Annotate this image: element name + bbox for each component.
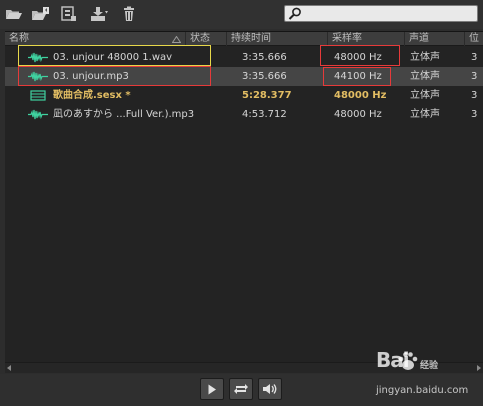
table-row[interactable]: 03. unjour 48000 1.wav 3:35.666 48000 Hz… <box>5 48 483 67</box>
open-file-button[interactable] <box>3 5 25 23</box>
file-bit-depth: 3 <box>471 52 478 63</box>
files-panel-toolbar <box>0 0 483 29</box>
file-channels: 立体声 <box>410 90 440 101</box>
insert-into-multitrack-icon <box>91 7 108 21</box>
import-icon <box>32 7 49 20</box>
open-file-icon <box>6 10 22 19</box>
file-name: 03. unjour.mp3 <box>53 71 129 82</box>
delete-icon <box>124 6 134 21</box>
watermark-subtitle: 经验 <box>420 361 439 371</box>
file-sample-rate: 48000 Hz <box>334 52 382 63</box>
baidu-jingyan-watermark: Bai 经验 jingyan.baidu.com <box>376 346 481 404</box>
table-row[interactable]: 歌曲合成.sesx * 5:28.377 48000 Hz 立体声 3 <box>5 86 483 105</box>
import-button[interactable] <box>30 5 52 23</box>
file-sample-rate: 48000 Hz <box>334 109 382 120</box>
play-icon <box>208 384 216 394</box>
file-duration: 5:28.377 <box>242 90 292 101</box>
column-header-status[interactable]: 状态 <box>186 32 227 46</box>
table-row[interactable]: 凪のあすから ...Full Ver.).mp3 4:53.712 48000 … <box>5 105 483 124</box>
file-bit-depth: 3 <box>471 71 478 82</box>
waveform-icon <box>28 109 48 120</box>
file-bit-depth: 3 <box>471 109 478 120</box>
file-duration: 3:35.666 <box>242 52 287 63</box>
insert-into-multitrack-button[interactable] <box>88 5 110 23</box>
autoplay-icon <box>263 384 277 394</box>
file-channels: 立体声 <box>410 71 440 82</box>
table-row[interactable]: 03. unjour.mp3 3:35.666 44100 Hz 立体声 3 <box>5 67 483 86</box>
file-channels: 立体声 <box>410 52 440 63</box>
column-header-duration[interactable]: 持续时间 <box>227 32 328 46</box>
multitrack-session-icon <box>30 90 46 101</box>
close-file-icon <box>61 6 76 21</box>
files-table: 名称 状态 持续时间 采样率 声道 位 03. unjour 48000 1.w… <box>5 31 483 369</box>
file-name: 03. unjour 48000 1.wav <box>53 52 173 63</box>
column-header-channels[interactable]: 声道 <box>405 32 465 46</box>
search-icon <box>288 7 301 20</box>
search-box[interactable] <box>284 5 478 22</box>
file-duration: 3:35.666 <box>242 71 287 82</box>
play-button[interactable] <box>200 378 224 400</box>
loop-icon <box>234 384 248 394</box>
baidu-paw-logo-icon <box>398 352 418 370</box>
column-header-name[interactable]: 名称 <box>5 32 186 46</box>
file-sample-rate: 44100 Hz <box>334 71 382 82</box>
file-channels: 立体声 <box>410 109 440 120</box>
waveform-icon <box>28 71 48 82</box>
column-header-sample-rate[interactable]: 采样率 <box>328 32 405 46</box>
close-file-button[interactable] <box>58 5 80 23</box>
autoplay-button[interactable] <box>258 378 282 400</box>
file-bit-depth: 3 <box>471 90 478 101</box>
scroll-left-icon[interactable] <box>7 365 11 371</box>
loop-button[interactable] <box>229 378 253 400</box>
file-name: 歌曲合成.sesx * <box>53 90 131 101</box>
sort-ascending-icon[interactable] <box>172 36 181 43</box>
file-duration: 4:53.712 <box>242 109 287 120</box>
search-input[interactable] <box>305 7 473 20</box>
table-header: 名称 状态 持续时间 采样率 声道 位 <box>5 32 483 46</box>
waveform-icon <box>28 52 48 63</box>
watermark-url: jingyan.baidu.com <box>376 385 469 396</box>
file-sample-rate: 48000 Hz <box>334 90 387 101</box>
column-header-bit-depth[interactable]: 位 <box>465 32 483 46</box>
file-name: 凪のあすから ...Full Ver.).mp3 <box>53 109 195 120</box>
delete-button[interactable] <box>118 5 140 23</box>
